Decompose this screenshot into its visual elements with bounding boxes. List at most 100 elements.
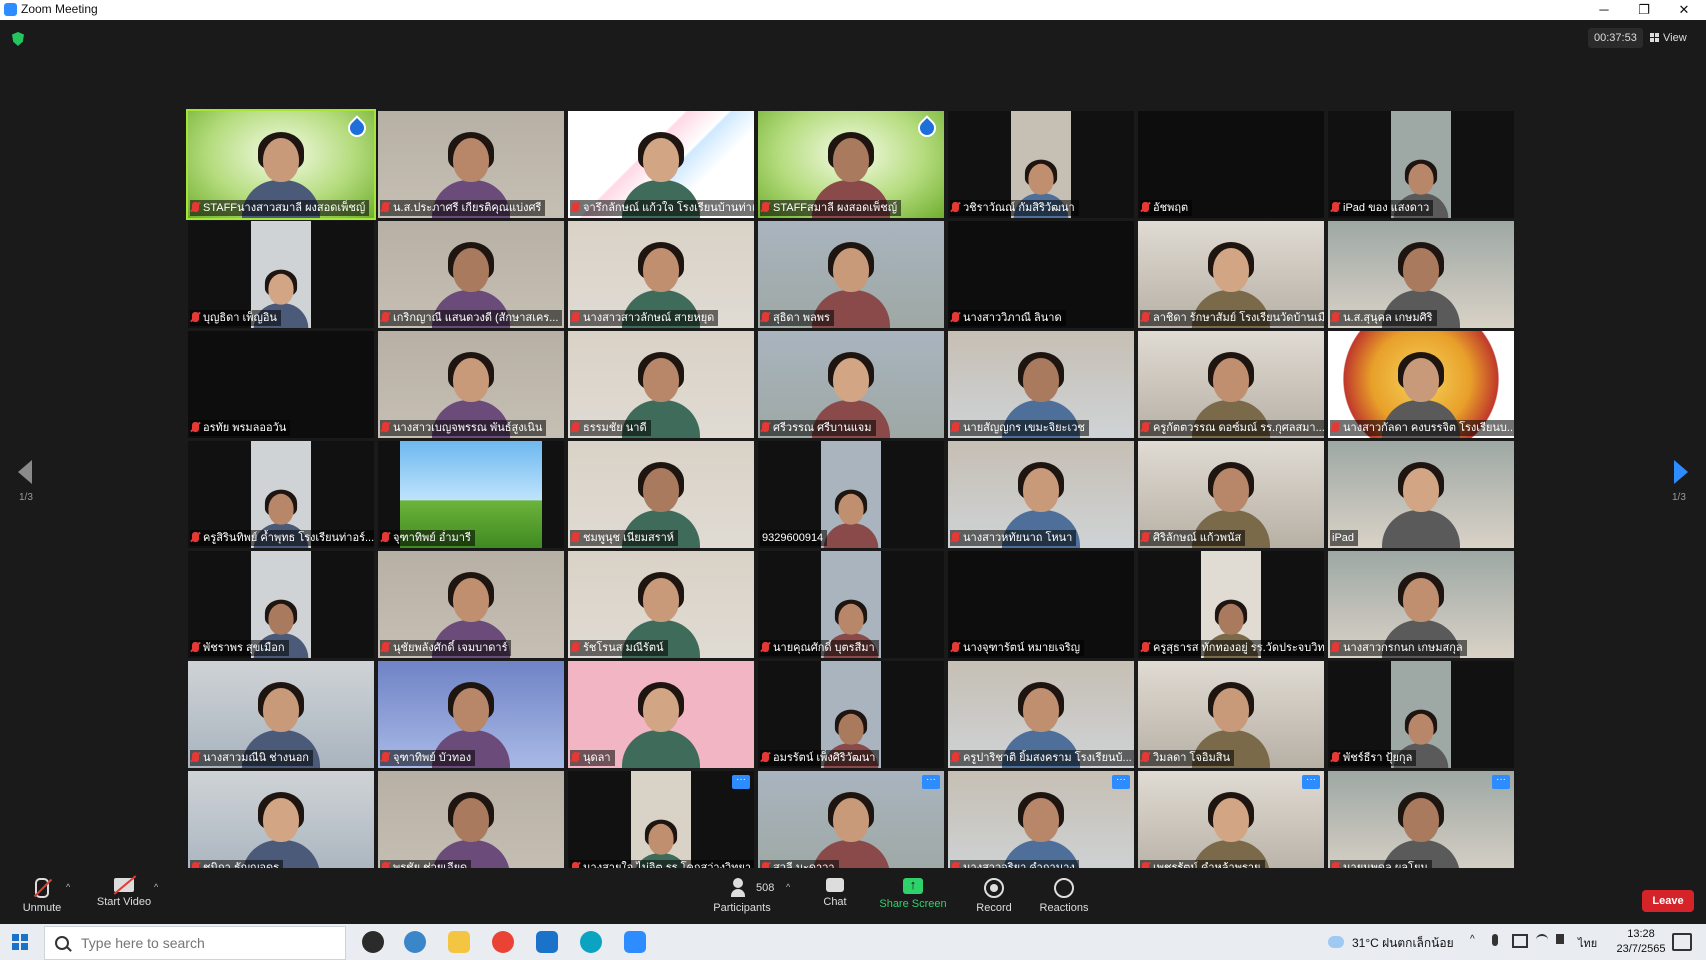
video-options-chevron-icon[interactable]: ^ [154, 882, 158, 892]
input-language[interactable]: ไทย [1578, 934, 1597, 952]
participant-tile[interactable]: นางสาวเบญจพรรณ พันธ์สูงเนิน [378, 331, 564, 438]
participant-tile[interactable]: นายสัญญกร เขมะจิยะเวช [948, 331, 1134, 438]
participant-tile[interactable]: ครูสุธารส ทักทองอยู่ รร.วัดประจบวิท... [1138, 551, 1324, 658]
participants-options-chevron-icon[interactable]: ^ [786, 882, 790, 892]
taskbar-clock[interactable]: 13:28 23/7/2565 [1610, 927, 1672, 957]
participant-tile[interactable]: ศิริลักษณ์ แก้วพนัส [1138, 441, 1324, 548]
windows-start-icon[interactable] [12, 934, 28, 950]
participant-tile[interactable]: น.ส.ประภาศรี เกียรติคุณแบ่งศรี [378, 111, 564, 218]
participant-tile[interactable]: นางสาวหทัยนาถ โหนา [948, 441, 1134, 548]
next-page-arrow-icon[interactable] [1674, 460, 1688, 484]
participant-tile[interactable]: เกริกญาณี แสนดวงดี (สักษาสเคร... [378, 221, 564, 328]
share-screen-button[interactable]: Share Screen [876, 877, 950, 910]
participant-tile[interactable]: พัชราพร สุขเมือก [188, 551, 374, 658]
participant-tile[interactable]: ···สวลี มะดาวา [758, 771, 944, 878]
leave-button[interactable]: Leave [1642, 890, 1694, 912]
wifi-icon[interactable] [1536, 934, 1548, 946]
notifications-icon[interactable] [1672, 933, 1692, 951]
participant-tile[interactable]: จุฑาทิพย์ บัวทอง [378, 661, 564, 768]
participant-tile[interactable]: วิมลดา โจอิมสิน [1138, 661, 1324, 768]
weather-text[interactable]: 31°C ฝนตกเล็กน้อย [1352, 934, 1454, 953]
participant-tile[interactable]: ···เพชรรัตน์ คำหล้าพราย [1138, 771, 1324, 878]
more-options-button[interactable]: ··· [1492, 775, 1510, 789]
participant-tile[interactable]: นางสาวสาวลักษณ์ สายหยุด [568, 221, 754, 328]
participant-name: นางสาวกรกนก เกษมสกุล [1343, 642, 1463, 654]
participant-tile[interactable]: อมรรัตน์ เพ็งศิริวัฒนา [758, 661, 944, 768]
tray-chevron-icon[interactable]: ^ [1470, 934, 1475, 945]
audio-options-chevron-icon[interactable]: ^ [66, 882, 70, 892]
volume-icon[interactable] [1556, 934, 1564, 944]
participant-tile[interactable]: ครูปาริชาติ ยิ้มสงคราม โรงเรียนบ้... [948, 661, 1134, 768]
participant-tile[interactable]: ชนิกา ธัญญอุดร [188, 771, 374, 878]
participant-tile[interactable]: บุญธิดา เพ็ญอิน [188, 221, 374, 328]
muted-mic-icon [192, 642, 199, 652]
participant-tile[interactable]: นายคุณศักดิ์ บุตรสีมา [758, 551, 944, 658]
participant-tile[interactable]: น.ส.สุนุคล เกษมศิริ [1328, 221, 1514, 328]
participant-tile[interactable]: นุชัยพลังศักดิ์ เจมบาดาร์ [378, 551, 564, 658]
more-options-button[interactable]: ··· [732, 775, 750, 789]
participant-tile[interactable]: รัชโรนส มณีรัตน์ [568, 551, 754, 658]
more-options-button[interactable]: ··· [922, 775, 940, 789]
participant-tile[interactable]: ···นายนพดล ผลโยม [1328, 771, 1514, 878]
participant-tile[interactable]: ลาชิดา รักษาสัมย์ โรงเรียนวัดบ้านเมือง..… [1138, 221, 1324, 328]
window-title: Zoom Meeting [21, 2, 98, 16]
start-video-button[interactable]: Start Video [94, 878, 154, 908]
participant-tile[interactable]: วชิราวัณณ์ กัมสิริวัฒนา [948, 111, 1134, 218]
zoom-taskbar-icon[interactable] [624, 931, 646, 953]
participant-tile[interactable]: ศรีวรรณ ศรีบานแจม [758, 331, 944, 438]
previous-page-arrow-icon[interactable] [18, 460, 32, 484]
participant-name: วชิราวัณณ์ กัมสิริวัฒนา [963, 202, 1075, 214]
participant-tile[interactable]: จุฑาทิพย์ อ่ำมารี [378, 441, 564, 548]
record-button[interactable]: Record [972, 878, 1016, 914]
participant-tile[interactable]: STAFFนางสาวสมาลี ผงสอดเพ็ชญ์ [186, 109, 376, 220]
participant-tile[interactable]: นางสาววิภาณี ลินาด [948, 221, 1134, 328]
participant-tile[interactable]: พัชร์ธีรา ปุ้ยกุล [1328, 661, 1514, 768]
participant-tile[interactable]: ครูสิรินทิพย์ ค้ำพุทธ โรงเรียนท่าอร์... [188, 441, 374, 548]
participant-tile[interactable]: 9329600914 [758, 441, 944, 548]
participant-tile[interactable]: นางจุฑารัตน์ หมายเจริญ [948, 551, 1134, 658]
participant-tile[interactable]: ธรรมชัย นาดี [568, 331, 754, 438]
file-explorer-icon[interactable] [448, 931, 470, 953]
participant-tile[interactable]: iPad [1328, 441, 1514, 548]
participant-tile[interactable]: ชมพูนุช เนียมสราห์ [568, 441, 754, 548]
minimize-button[interactable]: ─ [1584, 0, 1624, 20]
tray-mic-icon[interactable] [1492, 934, 1498, 946]
participant-name: ศิริลักษณ์ แก้วพนัส [1153, 532, 1242, 544]
participant-tile[interactable]: ···นางสาวอริยา คำกานาง [948, 771, 1134, 878]
reactions-button[interactable]: Reactions [1036, 878, 1092, 914]
participant-tile[interactable]: ครูกัตตวรรณ ดอซ์มณ์ รร.กุศลสมา... [1138, 331, 1324, 438]
page-indicator-left: 1/3 [19, 492, 33, 503]
task-view-icon[interactable] [362, 931, 384, 953]
participant-tile[interactable]: STAFFสมาลี ผงสอดเพ็ชญ์ [758, 111, 944, 218]
participant-tile[interactable]: อัชพฤต [1138, 111, 1324, 218]
participant-tile[interactable]: ···นางสายใจ ไม่จิต รร.โคกสว่างวิทยา [568, 771, 754, 878]
weather-icon[interactable] [1328, 936, 1344, 948]
participant-tile[interactable]: นางสาวมณีนิ ช่างนอก [188, 661, 374, 768]
taskbar-search-box[interactable] [44, 926, 346, 960]
chat-label: Chat [823, 896, 847, 908]
more-options-button[interactable]: ··· [1302, 775, 1320, 789]
participant-nameplate: นางสาวสาวลักษณ์ สายหยุด [570, 310, 719, 326]
close-button[interactable]: ✕ [1664, 0, 1704, 20]
unmute-button[interactable]: Unmute [20, 878, 64, 914]
view-button[interactable]: View [1650, 28, 1687, 48]
participant-tile[interactable]: อรทัย พรมลออวัน [188, 331, 374, 438]
chrome-icon[interactable] [492, 931, 514, 953]
chat-button[interactable]: Chat [815, 878, 855, 908]
participant-tile[interactable]: นางสาวกัลดา คงบรรจิต โรงเรียนบ... [1328, 331, 1514, 438]
tray-display-icon[interactable] [1512, 934, 1528, 948]
participant-tile[interactable]: จารึกลักษณ์ แก้วใจ โรงเรียนบ้านท่าแพ [568, 111, 754, 218]
store-icon[interactable] [536, 931, 558, 953]
taskbar-search-input[interactable] [79, 932, 333, 954]
encryption-shield-icon[interactable] [12, 32, 24, 46]
participant-nameplate: น.ส.ประภาศรี เกียรติคุณแบ่งศรี [380, 200, 546, 216]
participant-tile[interactable]: นุดลา [568, 661, 754, 768]
restore-button[interactable]: ❐ [1624, 0, 1664, 20]
participant-tile[interactable]: พรชัย ช่วยเอียด [378, 771, 564, 878]
browser-icon[interactable] [404, 931, 426, 953]
participant-tile[interactable]: นางสาวกรกนก เกษมสกุล [1328, 551, 1514, 658]
more-options-button[interactable]: ··· [1112, 775, 1130, 789]
participant-tile[interactable]: สุธิดา พลพร [758, 221, 944, 328]
edge-icon[interactable] [580, 931, 602, 953]
participant-tile[interactable]: iPad ของ แสงดาว [1328, 111, 1514, 218]
